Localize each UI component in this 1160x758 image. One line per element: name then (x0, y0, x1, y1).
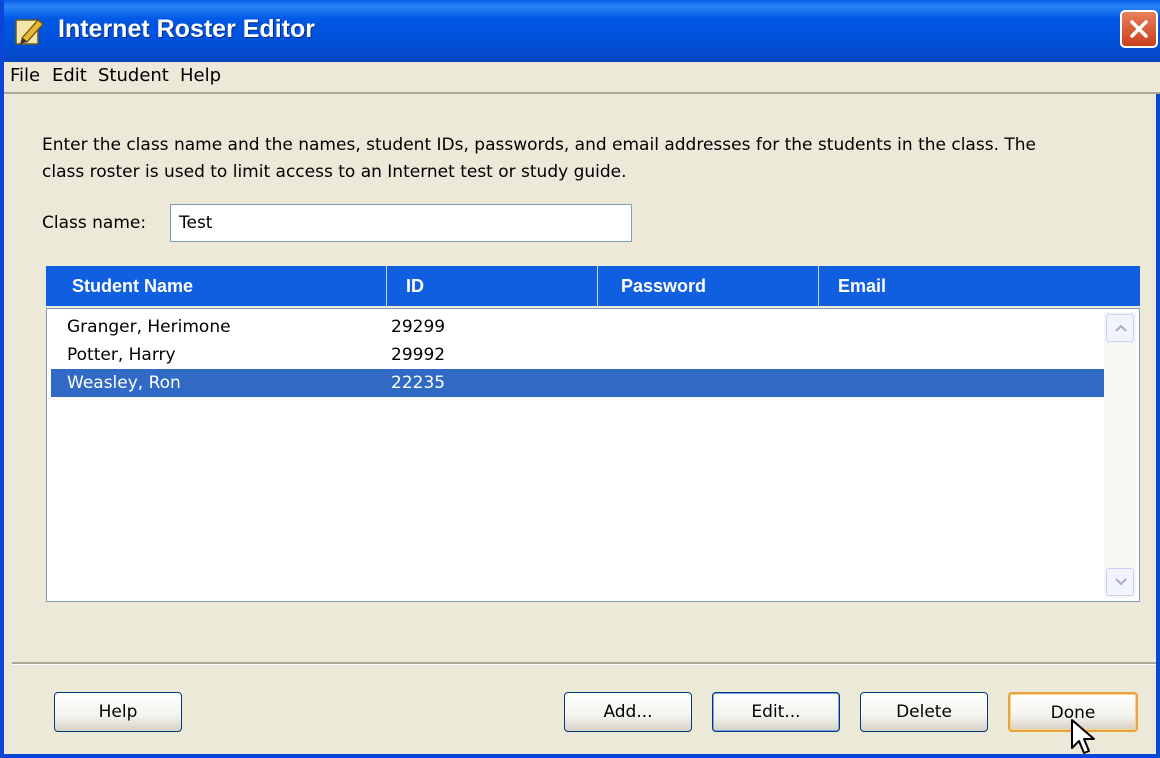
cell-id: 29299 (391, 317, 446, 337)
column-header-password[interactable]: Password (621, 266, 706, 306)
menu-help[interactable]: Help (180, 65, 221, 86)
column-header-id[interactable]: ID (406, 266, 424, 306)
column-header-email[interactable]: Email (838, 266, 886, 306)
table-row[interactable]: Granger, Herimone 29299 (51, 313, 1105, 341)
add-button[interactable]: Add... (564, 692, 692, 732)
cell-student-name: Potter, Harry (67, 345, 176, 365)
footer-divider (12, 662, 1156, 665)
menu-edit[interactable]: Edit (52, 65, 87, 86)
column-header-student-name[interactable]: Student Name (72, 266, 193, 306)
column-divider[interactable] (597, 266, 598, 306)
instructions-line-1: Enter the class name and the names, stud… (42, 135, 1036, 155)
close-button[interactable] (1120, 10, 1158, 48)
table-row-selected[interactable]: Weasley, Ron 22235 (51, 369, 1105, 397)
roster-table-header: Student Name ID Password Email (46, 266, 1140, 306)
menu-file[interactable]: File (10, 65, 40, 86)
chevron-up-icon (1115, 324, 1127, 332)
vertical-scrollbar[interactable] (1104, 312, 1136, 598)
title-bar[interactable]: Internet Roster Editor (4, 0, 1160, 62)
column-divider[interactable] (386, 266, 387, 306)
instructions-text: Enter the class name and the names, stud… (42, 132, 1142, 186)
scroll-up-button[interactable] (1106, 314, 1134, 342)
class-name-label: Class name: (42, 213, 147, 233)
roster-list[interactable]: Granger, Herimone 29299 Potter, Harry 29… (46, 308, 1140, 602)
close-icon (1130, 20, 1148, 38)
cell-id: 22235 (391, 373, 446, 393)
cell-student-name: Weasley, Ron (67, 373, 181, 393)
edit-button[interactable]: Edit... (712, 692, 840, 732)
scroll-down-button[interactable] (1106, 568, 1134, 596)
roster-editor-app-icon (15, 19, 44, 45)
menu-student[interactable]: Student (98, 65, 169, 86)
cell-id: 29992 (391, 345, 446, 365)
instructions-line-2: class roster is used to limit access to … (42, 162, 627, 182)
column-divider[interactable] (818, 266, 819, 306)
help-button[interactable]: Help (54, 692, 182, 732)
menu-bar: File Edit Student Help (4, 62, 1160, 94)
cell-student-name: Granger, Herimone (67, 317, 231, 337)
roster-editor-window: Internet Roster Editor File Edit Student… (0, 0, 1160, 758)
mouse-cursor-icon (1071, 719, 1095, 754)
table-row[interactable]: Potter, Harry 29992 (51, 341, 1105, 369)
chevron-down-icon (1115, 578, 1127, 586)
delete-button[interactable]: Delete (860, 692, 988, 732)
window-title: Internet Roster Editor (58, 15, 315, 43)
class-name-input[interactable]: Test (170, 204, 632, 242)
